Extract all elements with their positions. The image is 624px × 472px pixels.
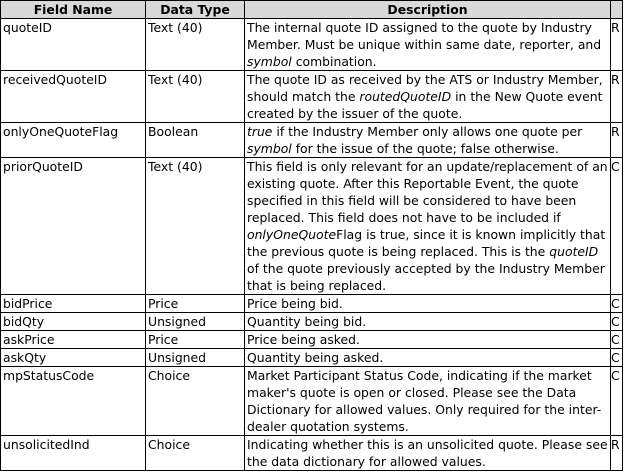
description-text: The internal quote ID assigned to the qu… <box>247 20 602 52</box>
field-name-cell: quoteID <box>0 18 146 71</box>
field-name-cell: askQty <box>0 348 146 367</box>
field-specification-table: Field Name Data Type Description quoteID… <box>0 0 623 471</box>
description-text: Market Participant Status Code, indicati… <box>247 368 602 434</box>
description-text: of the quote previously accepted by the … <box>247 261 605 293</box>
requirement-cell: C <box>610 366 623 436</box>
data-type-cell: Choice <box>145 366 245 436</box>
description-emphasis: onlyOneQuote <box>247 227 337 242</box>
description-cell: Market Participant Status Code, indicati… <box>244 366 611 436</box>
data-type-cell: Unsigned <box>145 348 245 367</box>
description-text: combination. <box>291 54 377 69</box>
description-emphasis: symbol <box>247 54 292 69</box>
description-text: if the Industry Member only allows one q… <box>272 124 583 139</box>
description-text: Quantity being bid. <box>247 314 367 329</box>
requirement-cell: C <box>610 157 623 295</box>
description-cell: The internal quote ID assigned to the qu… <box>244 18 611 71</box>
data-type-cell: Price <box>145 330 245 349</box>
description-text: Indicating whether this is an unsolicite… <box>247 437 608 469</box>
field-name-cell: mpStatusCode <box>0 366 146 436</box>
table-row: askPrice Price Price being asked. C <box>0 330 623 349</box>
description-emphasis: symbol <box>247 141 292 156</box>
description-cell: Price being asked. <box>244 330 611 349</box>
data-type-cell: Text (40) <box>145 157 245 295</box>
table-row: unsolicitedInd Choice Indicating whether t… <box>0 435 623 471</box>
table-row: receivedQuoteID Text (40) The quote ID as … <box>0 70 623 123</box>
requirement-cell: C <box>610 330 623 349</box>
requirement-cell: C <box>610 348 623 367</box>
table-row: bidQty Unsigned Quantity being bid. C <box>0 312 623 331</box>
requirement-cell: C <box>610 312 623 331</box>
table-row: quoteID Text (40) The internal quote ID as… <box>0 18 623 71</box>
data-type-cell: Text (40) <box>145 70 245 123</box>
description-emphasis: quoteID <box>549 244 599 259</box>
field-name-cell: onlyOneQuoteFlag <box>0 122 146 158</box>
data-type-cell: Choice <box>145 435 245 471</box>
description-cell: Price being bid. <box>244 294 611 313</box>
field-name-cell: receivedQuoteID <box>0 70 146 123</box>
field-name-cell: bidQty <box>0 312 146 331</box>
table-row: priorQuoteID Text (40) This field is only … <box>0 157 623 295</box>
description-cell: The quote ID as received by the ATS or I… <box>244 70 611 123</box>
description-text: Price being asked. <box>247 332 360 347</box>
description-emphasis: routedQuoteID <box>359 89 452 104</box>
description-cell: This field is only relevant for an updat… <box>244 157 611 295</box>
requirement-cell: R <box>610 122 623 158</box>
table-header: Field Name Data Type Description <box>0 0 623 19</box>
description-text: This field is only relevant for an updat… <box>247 159 608 225</box>
table-row: mpStatusCode Choice Market Participant Sta… <box>0 366 623 436</box>
header-field-name: Field Name <box>0 0 146 19</box>
description-cell: Indicating whether this is an unsolicite… <box>244 435 611 471</box>
description-text: for the issue of the quote; false otherw… <box>291 141 559 156</box>
description-text: Quantity being asked. <box>247 350 384 365</box>
table-row: askQty Unsigned Quantity being asked. C <box>0 348 623 367</box>
header-row: Field Name Data Type Description <box>0 0 623 19</box>
description-text: Price being bid. <box>247 296 343 311</box>
description-cell: true if the Industry Member only allows … <box>244 122 611 158</box>
requirement-cell: C <box>610 294 623 313</box>
header-data-type: Data Type <box>145 0 245 19</box>
requirement-cell: R <box>610 435 623 471</box>
data-type-cell: Unsigned <box>145 312 245 331</box>
data-type-cell: Text (40) <box>145 18 245 71</box>
data-type-cell: Price <box>145 294 245 313</box>
description-cell: Quantity being bid. <box>244 312 611 331</box>
header-description: Description <box>244 0 611 19</box>
field-name-cell: bidPrice <box>0 294 146 313</box>
data-type-cell: Boolean <box>145 122 245 158</box>
table-row: bidPrice Price Price being bid. C <box>0 294 623 313</box>
requirement-cell: R <box>610 70 623 123</box>
field-name-cell: unsolicitedInd <box>0 435 146 471</box>
table-body: quoteID Text (40) The internal quote ID as… <box>0 18 623 471</box>
description-cell: Quantity being asked. <box>244 348 611 367</box>
requirement-cell: R <box>610 18 623 71</box>
header-requirement <box>610 0 623 19</box>
field-name-cell: priorQuoteID <box>0 157 146 295</box>
description-emphasis: true <box>247 124 273 139</box>
table-row: onlyOneQuoteFlag Boolean true if the Indus… <box>0 122 623 158</box>
field-name-cell: askPrice <box>0 330 146 349</box>
